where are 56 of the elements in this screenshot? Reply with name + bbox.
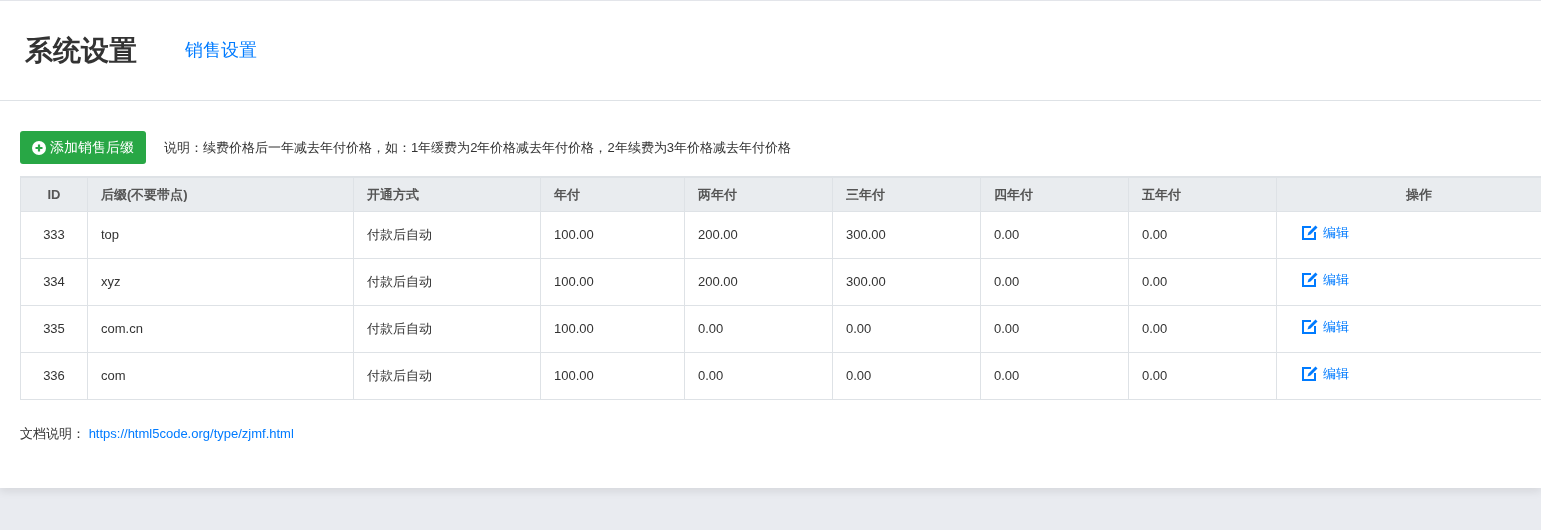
- edit-link[interactable]: 编辑: [1302, 317, 1349, 337]
- table-cell: 0.00: [684, 352, 833, 399]
- column-header: 年付: [540, 177, 685, 211]
- table-cell: 300.00: [832, 211, 981, 258]
- table-cell: 333: [20, 211, 88, 258]
- table-cell: 100.00: [540, 305, 685, 352]
- table-cell: 0.00: [1128, 211, 1277, 258]
- table-cell: 0.00: [832, 352, 981, 399]
- table-cell: 付款后自动: [353, 305, 541, 352]
- table-cell: 200.00: [684, 211, 833, 258]
- column-header: 五年付: [1128, 177, 1277, 211]
- table-cell: 0.00: [684, 305, 833, 352]
- table-cell: 100.00: [540, 258, 685, 305]
- settings-tab[interactable]: 销售设置: [185, 37, 257, 64]
- table-cell: top: [87, 211, 354, 258]
- table-cell: com.cn: [87, 305, 354, 352]
- column-header: 操作: [1276, 177, 1541, 211]
- doc-link[interactable]: https://html5code.org/type/zjmf.html: [88, 425, 294, 441]
- column-header: 两年付: [684, 177, 833, 211]
- edit-link[interactable]: 编辑: [1302, 223, 1349, 243]
- table-cell: 付款后自动: [353, 352, 541, 399]
- table-cell: 0.00: [1128, 258, 1277, 305]
- table-cell: 付款后自动: [353, 211, 541, 258]
- column-header: 三年付: [832, 177, 981, 211]
- page-title: 系统设置: [25, 33, 137, 68]
- add-suffix-button[interactable]: 添加销售后缀: [20, 131, 146, 164]
- table-cell: com: [87, 352, 354, 399]
- table-cell: 334: [20, 258, 88, 305]
- edit-icon: [1302, 225, 1318, 241]
- table-cell: 100.00: [540, 352, 685, 399]
- column-header: 开通方式: [353, 177, 541, 211]
- table-cell: 100.00: [540, 211, 685, 258]
- table-cell: 0.00: [1128, 305, 1277, 352]
- table-cell: xyz: [87, 258, 354, 305]
- table-cell: 300.00: [832, 258, 981, 305]
- table-cell: 0.00: [980, 211, 1129, 258]
- doc-label: 文档说明：: [20, 425, 85, 441]
- table-cell: 0.00: [832, 305, 981, 352]
- edit-icon: [1302, 272, 1318, 288]
- column-header: 后缀(不要带点): [87, 177, 354, 211]
- table-cell: 0.00: [980, 305, 1129, 352]
- table-cell: 200.00: [684, 258, 833, 305]
- column-header: 四年付: [980, 177, 1129, 211]
- edit-icon: [1302, 319, 1318, 335]
- plus-circle-icon: [32, 140, 46, 155]
- table-cell: 0.00: [980, 352, 1129, 399]
- column-header: ID: [20, 177, 88, 211]
- table-cell: 0.00: [980, 258, 1129, 305]
- edit-icon: [1302, 366, 1318, 382]
- table-cell: 0.00: [1128, 352, 1277, 399]
- edit-link[interactable]: 编辑: [1302, 364, 1349, 384]
- table-cell: 336: [20, 352, 88, 399]
- table-cell: 335: [20, 305, 88, 352]
- instruction-text: 说明：续费价格后一年减去年付价格，如：1年缓费为2年价格减去年付价格，2年续费为3年价格减去年付价格: [164, 138, 791, 157]
- edit-link[interactable]: 编辑: [1302, 270, 1349, 290]
- table-cell: 付款后自动: [353, 258, 541, 305]
